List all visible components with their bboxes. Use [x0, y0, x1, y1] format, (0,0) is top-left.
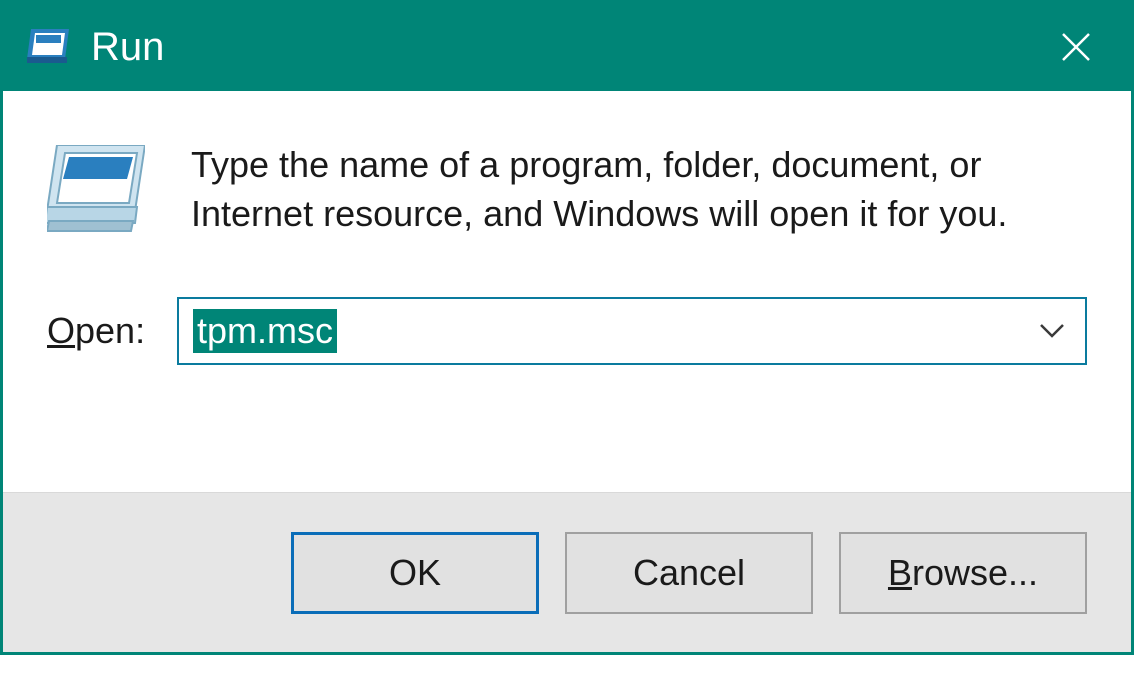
ok-button-label: OK: [389, 552, 441, 594]
run-title-icon: [27, 26, 69, 68]
open-input[interactable]: tpm.msc: [193, 299, 1021, 363]
run-dialog: Run Type the name of a program, folder, …: [0, 0, 1134, 655]
dropdown-button[interactable]: [1033, 312, 1071, 350]
browse-button[interactable]: Browse...: [839, 532, 1087, 614]
open-row: Open: tpm.msc: [47, 297, 1087, 365]
browse-button-label: Browse...: [888, 552, 1038, 594]
run-icon: [47, 141, 145, 239]
open-combobox[interactable]: tpm.msc: [177, 297, 1087, 365]
chevron-down-icon: [1039, 323, 1065, 339]
description-text: Type the name of a program, folder, docu…: [191, 141, 1087, 238]
window-title: Run: [91, 25, 164, 70]
close-icon: [1059, 30, 1093, 64]
cancel-button-label: Cancel: [633, 552, 745, 594]
ok-button[interactable]: OK: [291, 532, 539, 614]
open-label: Open:: [47, 310, 177, 352]
cancel-button[interactable]: Cancel: [565, 532, 813, 614]
close-button[interactable]: [1021, 3, 1131, 91]
titlebar: Run: [3, 3, 1131, 91]
open-input-value: tpm.msc: [193, 309, 337, 352]
description-row: Type the name of a program, folder, docu…: [47, 141, 1087, 239]
button-bar: OK Cancel Browse...: [3, 492, 1131, 652]
dialog-content: Type the name of a program, folder, docu…: [3, 91, 1131, 401]
